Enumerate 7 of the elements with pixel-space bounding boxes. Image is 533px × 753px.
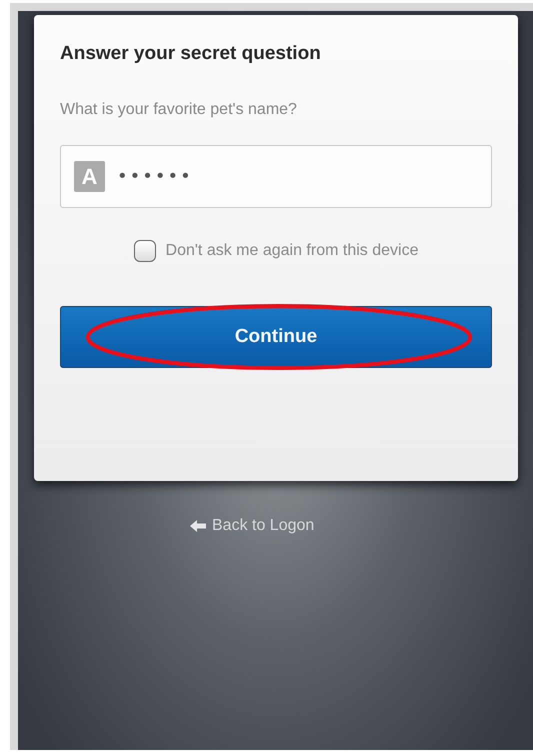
checkbox[interactable]	[134, 240, 156, 262]
question-text: What is your favorite pet's name?	[60, 101, 298, 119]
checkbox-label: Don't ask me again from this device	[166, 242, 418, 260]
back-to-logon-link[interactable]: Back to Logon	[190, 517, 314, 535]
left-arrow-icon	[190, 520, 206, 532]
letter-badge: A	[74, 161, 105, 192]
dialog-title: Answer your secret question	[60, 43, 322, 65]
